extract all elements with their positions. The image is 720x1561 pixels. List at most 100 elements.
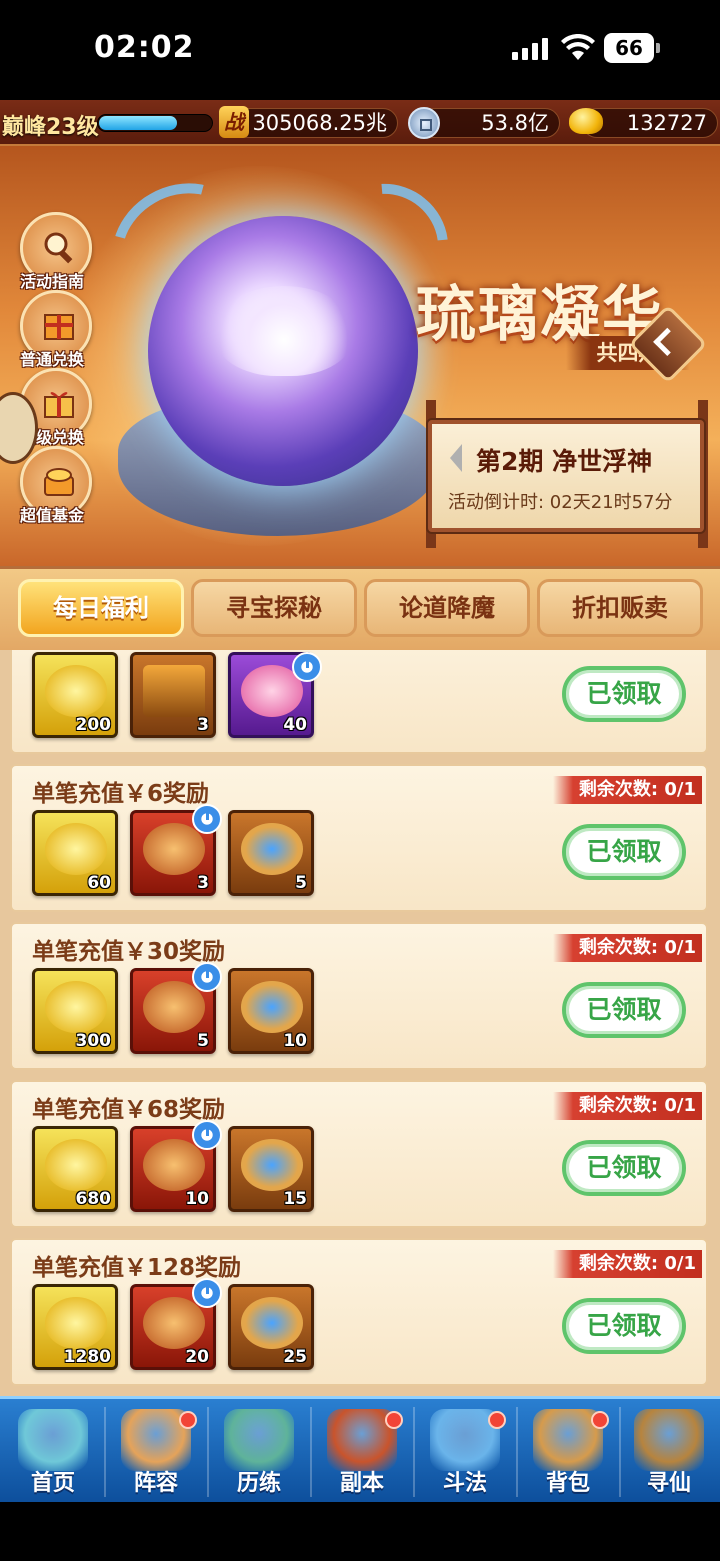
nav-label: 寻仙 xyxy=(646,1471,691,1496)
tab-discount-sale[interactable]: 折扣贩卖 xyxy=(537,579,703,637)
clock-icon xyxy=(192,804,222,834)
remaining-count-badge: 剩余次数: 0/1 xyxy=(552,1250,702,1278)
event-banner: 琉璃凝华 共四期 活动指南 普通兑换 高级兑换 超值基金 第2期 净世浮神 活动… xyxy=(0,146,720,566)
gourd-icon xyxy=(224,1409,294,1471)
period-board: 第2期 净世浮神 活动倒计时: 02天21时57分 xyxy=(428,420,704,532)
hotpot-icon xyxy=(143,823,205,875)
reward-item[interactable]: 300 xyxy=(32,968,118,1054)
magnifier-icon xyxy=(44,232,73,264)
reward-item[interactable]: 200 xyxy=(32,652,118,738)
reward-card-title: 单笔充值￥6奖励 xyxy=(32,781,210,807)
remaining-count-badge: 剩余次数: 0/1 xyxy=(552,934,702,962)
period-title: 第2期 净世浮神 xyxy=(476,447,653,476)
status-bar: 02:02 66 xyxy=(0,0,720,100)
item-quantity: 20 xyxy=(185,1347,209,1367)
level-label: 巅峰23级 xyxy=(2,115,99,140)
back-arrow-icon xyxy=(653,327,682,357)
tab-bar: 每日福利 寻宝探秘 论道降魔 折扣贩卖 xyxy=(0,566,720,650)
nav-label: 副本 xyxy=(339,1471,384,1496)
tab-treasure-hunt[interactable]: 寻宝探秘 xyxy=(191,579,357,637)
notification-dot xyxy=(591,1411,609,1429)
nav-label: 首页 xyxy=(30,1471,75,1496)
wifi-icon xyxy=(561,34,595,60)
reward-card-title: 单笔充值￥30奖励 xyxy=(32,939,226,965)
gold-ingot-icon xyxy=(569,108,603,134)
item-quantity: 3 xyxy=(197,715,209,735)
reward-item[interactable]: 25 xyxy=(228,1284,314,1370)
clock-icon xyxy=(192,1120,222,1150)
app-screen: 02:02 66 巅峰23级 305068.25兆 战 53.8亿 132727 xyxy=(0,0,720,1561)
gold-ingot-icon xyxy=(45,665,107,717)
reward-item[interactable]: 60 xyxy=(32,810,118,896)
clock-icon xyxy=(192,1278,222,1308)
claimed-button[interactable]: 已领取 xyxy=(562,982,686,1038)
side-label-normal-exchange: 普通兑换 xyxy=(20,350,85,369)
reward-item[interactable]: 5 xyxy=(228,810,314,896)
prev-period-arrow-icon[interactable] xyxy=(450,444,462,472)
item-quantity: 1280 xyxy=(63,1347,111,1367)
reward-item[interactable]: 680 xyxy=(32,1126,118,1212)
reward-item[interactable]: 10 xyxy=(228,968,314,1054)
reward-list[interactable]: 200 3 40 已领取 单笔充值￥6奖励 剩余次数: 0/1 60 3 5 已… xyxy=(0,650,720,1396)
claimed-button[interactable]: 已领取 xyxy=(562,1298,686,1354)
clock-icon xyxy=(292,652,322,682)
side-label-fund: 超值基金 xyxy=(20,506,85,525)
gift-icon xyxy=(44,392,74,418)
reward-item[interactable]: 15 xyxy=(228,1126,314,1212)
chest-icon xyxy=(143,665,205,717)
gold-value: 132727 xyxy=(626,111,707,135)
orb-chest-icon xyxy=(241,823,303,875)
reward-card: 200 3 40 已领取 xyxy=(10,650,708,754)
reward-item[interactable]: 3 xyxy=(130,652,216,738)
nav-training[interactable]: 历练 xyxy=(208,1399,310,1505)
item-quantity: 25 xyxy=(283,1347,307,1367)
notification-dot xyxy=(385,1411,403,1429)
gold-ingot-icon xyxy=(45,1297,107,1349)
combat-power-icon: 战 xyxy=(219,106,249,138)
nav-seek-immortal[interactable]: 寻仙 xyxy=(618,1399,720,1505)
item-quantity: 3 xyxy=(197,873,209,893)
nav-backpack[interactable]: 背包 xyxy=(517,1399,619,1505)
hotpot-icon xyxy=(143,1139,205,1191)
item-quantity: 5 xyxy=(295,873,307,893)
item-quantity: 10 xyxy=(283,1031,307,1051)
bottom-navigation: 首页 阵容 历练 副本 斗法 背包 寻仙 xyxy=(0,1396,720,1502)
notification-dot xyxy=(179,1411,197,1429)
nav-duel[interactable]: 斗法 xyxy=(414,1399,516,1505)
item-quantity: 40 xyxy=(283,715,307,735)
claimed-button[interactable]: 已领取 xyxy=(562,824,686,880)
nav-label: 背包 xyxy=(545,1471,590,1496)
item-quantity: 10 xyxy=(185,1189,209,1209)
mountain-icon xyxy=(18,1409,88,1471)
xp-bar xyxy=(97,114,213,132)
combat-power-value: 305068.25兆 xyxy=(252,111,387,135)
reward-card: 单笔充值￥30奖励 剩余次数: 0/1 300 5 10 已领取 xyxy=(10,922,708,1070)
gift-box-icon xyxy=(44,314,74,340)
nav-label: 斗法 xyxy=(442,1471,487,1496)
item-quantity: 200 xyxy=(75,715,112,735)
home-indicator-area xyxy=(0,1502,720,1561)
item-quantity: 60 xyxy=(87,873,111,893)
tab-daily-welfare[interactable]: 每日福利 xyxy=(18,579,184,637)
battery-indicator: 66 xyxy=(604,33,660,63)
nav-home[interactable]: 首页 xyxy=(2,1399,104,1505)
reward-card-title: 单笔充值￥128奖励 xyxy=(32,1255,242,1281)
treasure-icon xyxy=(44,468,74,496)
reward-card: 单笔充值￥6奖励 剩余次数: 0/1 60 3 5 已领取 xyxy=(10,764,708,912)
resource-bar: 巅峰23级 305068.25兆 战 53.8亿 132727 xyxy=(0,100,720,146)
item-quantity: 680 xyxy=(75,1189,112,1209)
reward-item[interactable]: 1280 xyxy=(32,1284,118,1370)
orb-chest-icon xyxy=(241,1139,303,1191)
silver-pill[interactable]: 53.8亿 xyxy=(420,108,560,138)
claimed-button[interactable]: 已领取 xyxy=(562,1140,686,1196)
nav-dungeon[interactable]: 副本 xyxy=(311,1399,413,1505)
lotus-art xyxy=(214,286,354,376)
hotpot-icon xyxy=(143,1297,205,1349)
xp-bar-fill xyxy=(99,116,177,130)
remaining-count-badge: 剩余次数: 0/1 xyxy=(552,776,702,804)
claimed-button[interactable]: 已领取 xyxy=(562,666,686,722)
nav-label: 历练 xyxy=(236,1471,281,1496)
reward-card: 单笔充值￥68奖励 剩余次数: 0/1 680 10 15 已领取 xyxy=(10,1080,708,1228)
nav-lineup[interactable]: 阵容 xyxy=(105,1399,207,1505)
tab-demon-battle[interactable]: 论道降魔 xyxy=(364,579,530,637)
